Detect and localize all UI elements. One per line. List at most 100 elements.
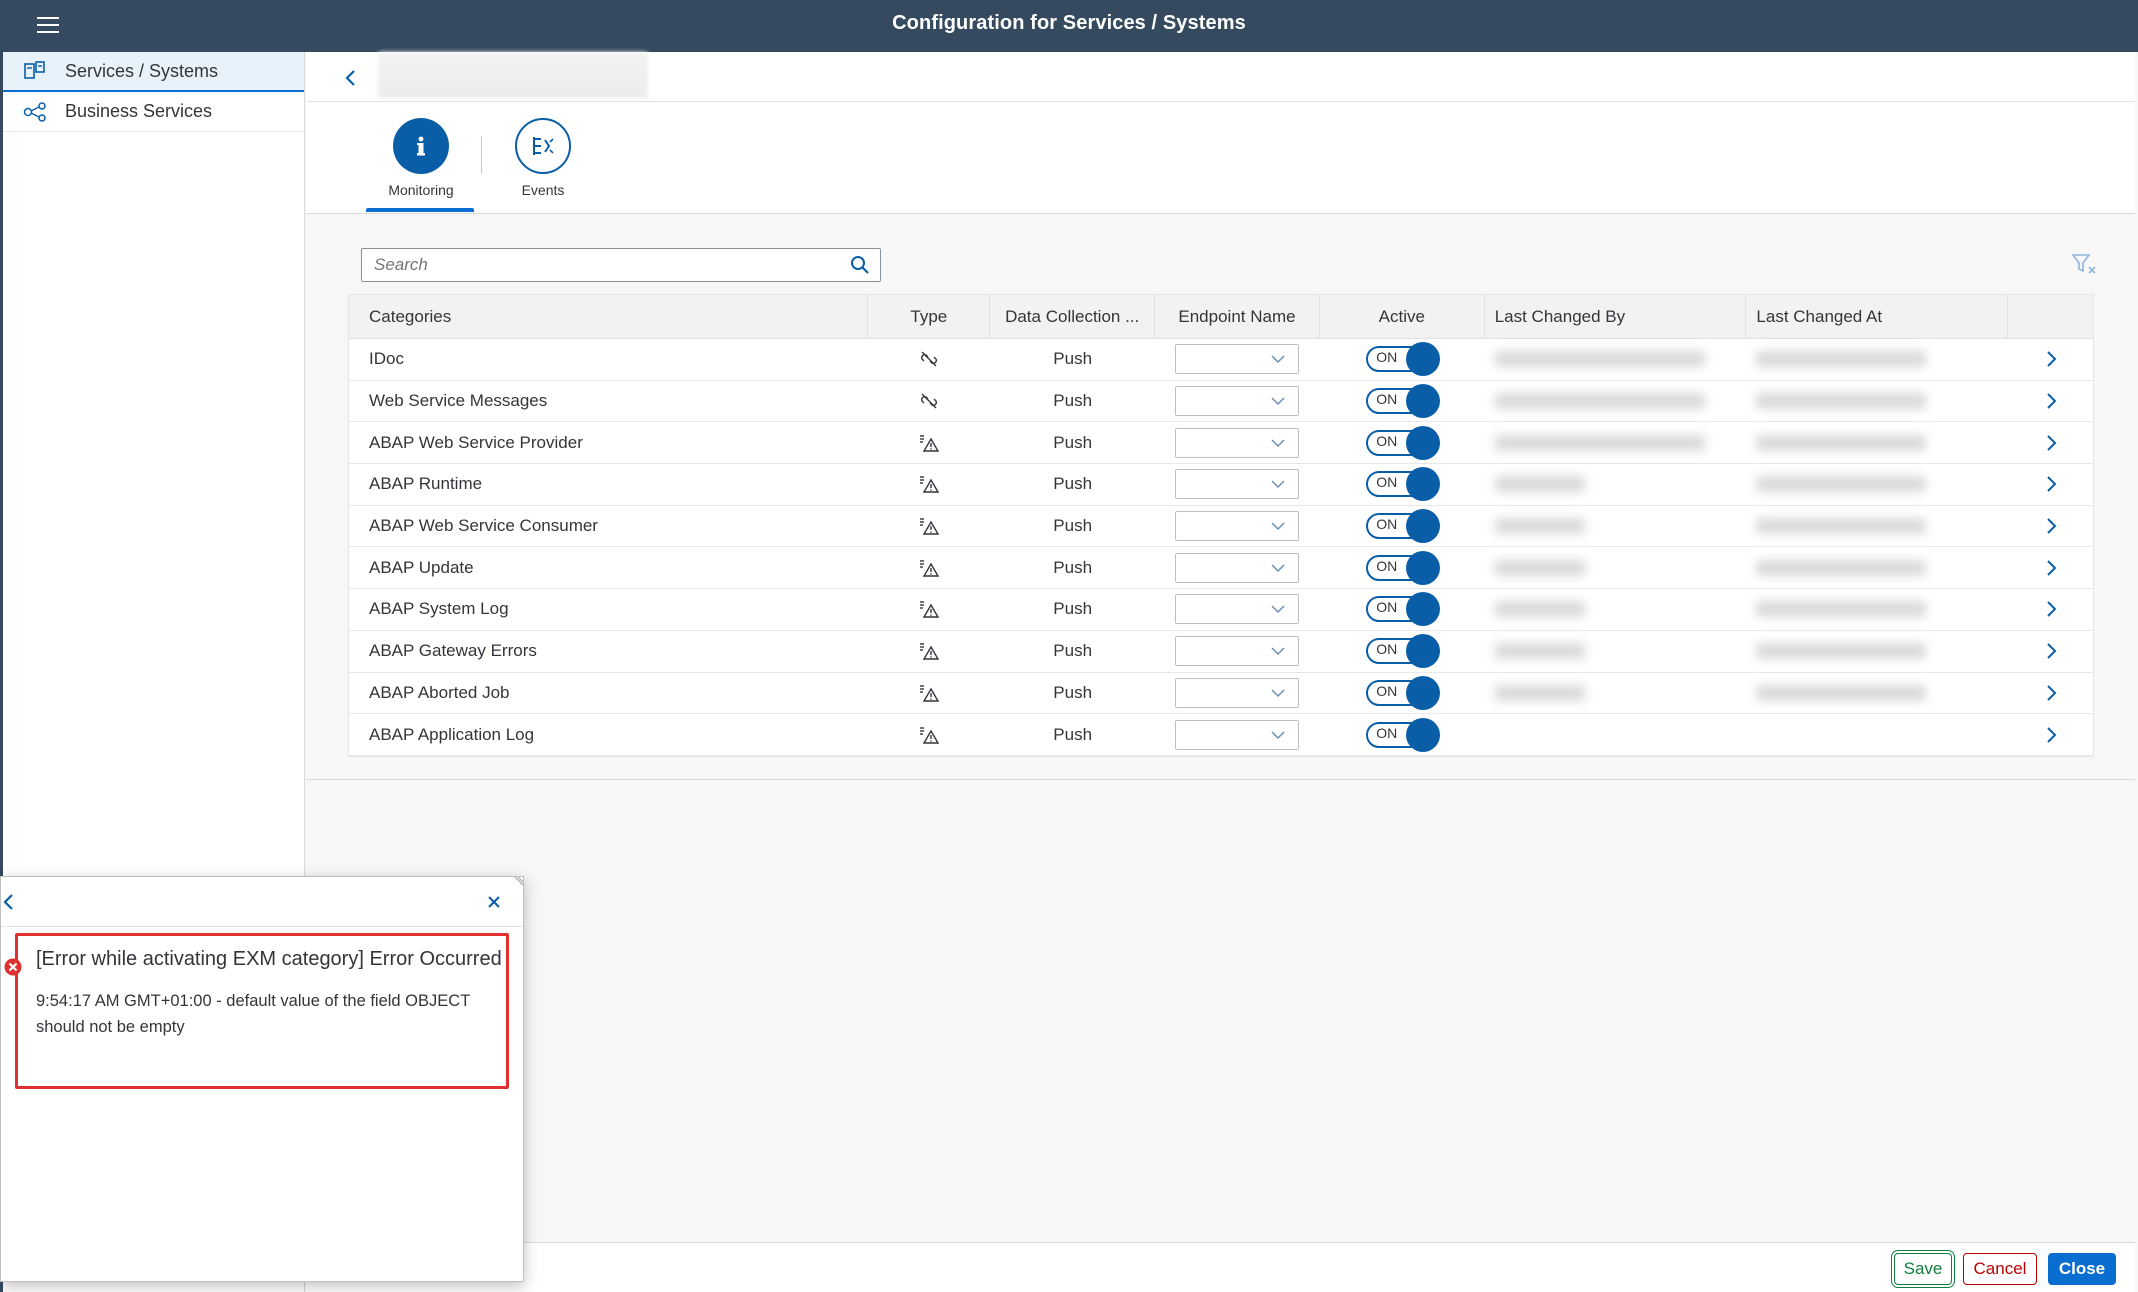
redacted-value: [1494, 643, 1585, 660]
active-toggle-switch[interactable]: ON: [1366, 675, 1441, 710]
endpoint-name-select[interactable]: [1175, 511, 1300, 542]
active-toggle-switch[interactable]: ON: [1366, 550, 1441, 585]
endpoint-name-select[interactable]: [1175, 677, 1300, 708]
error-message-item[interactable]: [Error while activating EXM category] Er…: [4, 933, 509, 1089]
row-navigation-chevron-icon[interactable]: [2008, 714, 2093, 755]
tab-events[interactable]: Events: [488, 118, 598, 198]
table-row[interactable]: ABAP System Log Push ON: [349, 589, 2093, 631]
cell-data-collection: Push: [1053, 599, 1093, 619]
cell-last-changed-at: [1746, 547, 2008, 588]
row-navigation-chevron-icon[interactable]: [2008, 464, 2093, 505]
chevron-down-icon: [1271, 522, 1286, 531]
endpoint-name-select[interactable]: [1175, 344, 1300, 375]
active-toggle-switch[interactable]: ON: [1366, 467, 1441, 502]
redacted-value: [1756, 601, 1927, 618]
switch-state-label: ON: [1376, 682, 1398, 699]
row-navigation-chevron-icon[interactable]: [2008, 381, 2093, 422]
main-content: Categories Type Data Collection ... Endp…: [306, 214, 2135, 780]
column-header-active[interactable]: Active: [1320, 295, 1485, 338]
sidebar-item-services-systems[interactable]: Services / Systems: [3, 52, 304, 92]
table-row[interactable]: ABAP Runtime Push ON: [349, 464, 2093, 506]
cell-data-collection: Push: [1053, 432, 1093, 452]
app-title: Configuration for Services / Systems: [892, 12, 1246, 34]
active-toggle-switch[interactable]: ON: [1366, 509, 1441, 544]
clear-filter-icon[interactable]: [2071, 252, 2097, 276]
redacted-value: [1756, 643, 1927, 660]
redacted-value: [1494, 393, 1705, 410]
search-input[interactable]: [362, 249, 832, 281]
table-row[interactable]: ABAP Web Service Consumer Push ON: [349, 506, 2093, 548]
row-navigation-chevron-icon[interactable]: [2008, 339, 2093, 380]
popover-back-chevron-icon[interactable]: [1, 891, 21, 913]
table-row[interactable]: ABAP Application Log Push ON: [349, 714, 2093, 756]
table-row[interactable]: ABAP Web Service Provider Push ON: [349, 422, 2093, 465]
switch-state-label: ON: [1376, 391, 1398, 408]
cell-endpoint-name: [1155, 422, 1320, 463]
cell-category: ABAP Gateway Errors: [369, 641, 537, 661]
sidebar-item-business-services[interactable]: Business Services: [3, 92, 304, 132]
selected-tab-indicator: [366, 208, 474, 212]
table-row[interactable]: ABAP Gateway Errors Push ON: [349, 631, 2093, 673]
cancel-button[interactable]: Cancel: [1963, 1253, 2037, 1285]
endpoint-name-select[interactable]: [1175, 552, 1300, 583]
active-toggle-switch[interactable]: ON: [1366, 717, 1441, 752]
endpoint-name-select[interactable]: [1175, 594, 1300, 625]
cell-data-collection: Push: [1053, 391, 1093, 411]
tab-monitoring[interactable]: Monitoring: [366, 118, 476, 198]
endpoint-name-select[interactable]: [1175, 427, 1300, 458]
cell-active: ON: [1320, 714, 1485, 755]
row-navigation-chevron-icon[interactable]: [2008, 631, 2093, 672]
table-row[interactable]: IDoc Push ON: [349, 339, 2093, 381]
cell-active: ON: [1320, 673, 1485, 714]
active-toggle-switch[interactable]: ON: [1366, 592, 1441, 627]
endpoint-name-select[interactable]: [1175, 636, 1300, 667]
column-header-last-changed-at[interactable]: Last Changed At: [1746, 295, 2009, 338]
column-header-last-changed-by[interactable]: Last Changed By: [1485, 295, 1747, 338]
popover-close-icon[interactable]: [485, 893, 503, 911]
error-icon: [4, 958, 22, 976]
cell-endpoint-name: [1155, 381, 1320, 422]
active-toggle-switch[interactable]: ON: [1366, 342, 1441, 377]
active-toggle-switch[interactable]: ON: [1366, 634, 1441, 669]
cell-data-collection: Push: [1053, 641, 1093, 661]
close-button[interactable]: Close: [2048, 1253, 2116, 1285]
endpoint-name-select[interactable]: [1175, 719, 1300, 750]
popover-header: [1, 877, 523, 927]
table-row[interactable]: Web Service Messages Push ON: [349, 381, 2093, 423]
row-navigation-chevron-icon[interactable]: [2008, 589, 2093, 630]
endpoint-name-select[interactable]: [1175, 386, 1300, 417]
alert-list-icon: [868, 714, 990, 755]
table-row[interactable]: ABAP Update Push ON: [349, 547, 2093, 590]
cell-last-changed-at: [1746, 381, 2008, 422]
cell-last-changed-by: [1485, 381, 1747, 422]
column-header-data-collection[interactable]: Data Collection ...: [990, 295, 1156, 338]
chevron-down-icon: [1271, 480, 1286, 489]
row-navigation-chevron-icon[interactable]: [2008, 422, 2093, 463]
column-header-endpoint-name[interactable]: Endpoint Name: [1155, 295, 1320, 338]
table-row[interactable]: ABAP Aborted Job Push ON: [349, 673, 2093, 715]
column-header-navigation: [2008, 295, 2093, 338]
redacted-value: [1494, 684, 1585, 701]
endpoint-name-select[interactable]: [1175, 469, 1300, 500]
cell-endpoint-name: [1155, 339, 1320, 380]
row-navigation-chevron-icon[interactable]: [2008, 673, 2093, 714]
column-header-type[interactable]: Type: [868, 295, 991, 338]
cell-active: ON: [1320, 631, 1485, 672]
row-navigation-chevron-icon[interactable]: [2008, 547, 2093, 588]
row-navigation-chevron-icon[interactable]: [2008, 506, 2093, 547]
chevron-down-icon: [1271, 564, 1286, 572]
events-icon: [515, 118, 571, 174]
back-chevron-icon[interactable]: [336, 64, 366, 92]
active-toggle-switch[interactable]: ON: [1366, 425, 1441, 460]
column-header-categories[interactable]: Categories: [349, 295, 869, 338]
search-icon[interactable]: [850, 255, 870, 275]
redacted-value: [1756, 351, 1927, 368]
cell-active: ON: [1320, 422, 1485, 463]
tab-label: Monitoring: [388, 182, 454, 198]
active-toggle-switch[interactable]: ON: [1366, 384, 1441, 419]
save-button[interactable]: Save: [1894, 1253, 1952, 1285]
cell-category: ABAP Aborted Job: [369, 682, 510, 702]
cell-last-changed-by: [1485, 631, 1747, 672]
switch-state-label: ON: [1376, 516, 1398, 533]
message-popover: [Error while activating EXM category] Er…: [0, 876, 524, 1282]
